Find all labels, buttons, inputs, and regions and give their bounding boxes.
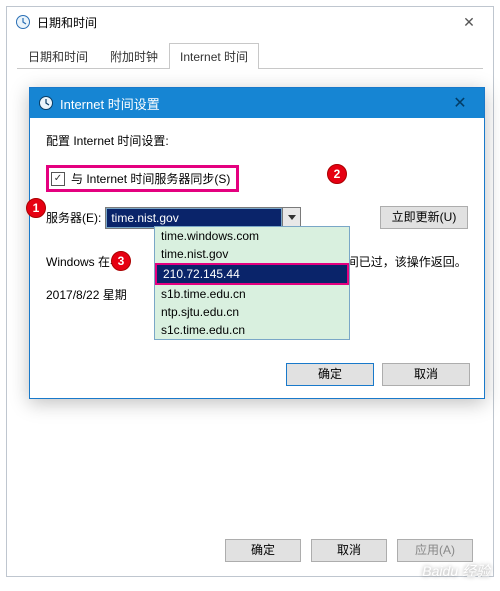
clock-icon: [15, 14, 31, 30]
dropdown-item[interactable]: s1c.time.edu.cn: [155, 321, 349, 339]
update-now-button[interactable]: 立即更新(U): [380, 206, 468, 229]
outer-dialog: 日期和时间 ✕ 日期和时间 附加时钟 Internet 时间 确定 取消 应用(…: [6, 6, 494, 577]
clock-icon: [38, 95, 54, 111]
tab-internet-time[interactable]: Internet 时间: [169, 43, 259, 69]
config-label: 配置 Internet 时间设置:: [46, 132, 468, 149]
chevron-down-icon[interactable]: [282, 208, 300, 228]
outer-close-button[interactable]: ✕: [449, 9, 489, 35]
server-value[interactable]: time.nist.gov: [106, 208, 282, 228]
annotation-badge-2: 2: [327, 164, 347, 184]
outer-title: 日期和时间: [37, 14, 449, 31]
outer-footer: 确定 取消 应用(A): [225, 539, 473, 562]
dropdown-item[interactable]: ntp.sjtu.edu.cn: [155, 303, 349, 321]
annotation-badge-3: 3: [111, 251, 131, 271]
outer-titlebar[interactable]: 日期和时间 ✕: [7, 7, 493, 37]
inner-body: 配置 Internet 时间设置: 与 Internet 时间服务器同步(S) …: [30, 118, 484, 313]
annotation-badge-1: 1: [26, 198, 46, 218]
dropdown-item[interactable]: s1b.time.edu.cn: [155, 285, 349, 303]
sync-checkbox[interactable]: [51, 172, 65, 186]
tab-datetime[interactable]: 日期和时间: [17, 43, 99, 69]
inner-titlebar[interactable]: Internet 时间设置 ✕: [30, 88, 484, 118]
inner-cancel-button[interactable]: 取消: [382, 363, 470, 386]
server-dropdown[interactable]: time.windows.com time.nist.gov 210.72.14…: [154, 226, 350, 340]
dropdown-item[interactable]: time.nist.gov: [155, 245, 349, 263]
inner-dialog: Internet 时间设置 ✕ 配置 Internet 时间设置: 与 Inte…: [29, 87, 485, 399]
tab-additional-clocks[interactable]: 附加时钟: [99, 43, 169, 69]
outer-ok-button[interactable]: 确定: [225, 539, 301, 562]
inner-close-button[interactable]: ✕: [442, 90, 478, 116]
server-label: 服务器(E):: [46, 209, 101, 226]
inner-title: Internet 时间设置: [60, 94, 442, 113]
tab-strip: 日期和时间 附加时钟 Internet 时间: [17, 43, 483, 69]
dropdown-item-selected[interactable]: 210.72.145.44: [155, 263, 349, 285]
sync-label: 与 Internet 时间服务器同步(S): [71, 170, 230, 187]
inner-footer: 确定 取消: [286, 363, 470, 386]
dropdown-item[interactable]: time.windows.com: [155, 227, 349, 245]
inner-ok-button[interactable]: 确定: [286, 363, 374, 386]
outer-apply-button[interactable]: 应用(A): [397, 539, 473, 562]
sync-checkbox-row[interactable]: 与 Internet 时间服务器同步(S): [46, 165, 239, 192]
outer-cancel-button[interactable]: 取消: [311, 539, 387, 562]
